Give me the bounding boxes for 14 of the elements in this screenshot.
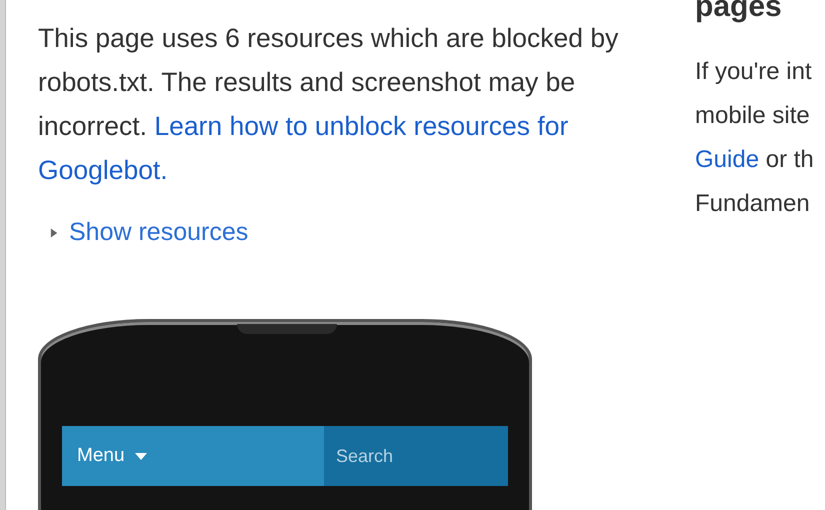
blocked-resources-notice: This page uses 6 resources which are blocked by robots.txt. The results and screenshot may be incorrect. Learn how to unblock resources for Googlebot. bbox=[38, 22, 620, 187]
expand-triangle-icon[interactable] bbox=[50, 226, 59, 238]
unblock-resources-link[interactable]: Learn how to unblock resources for bbox=[154, 111, 568, 141]
section-heading: pages bbox=[695, 0, 783, 22]
paragraph-line: mobile site bbox=[695, 102, 810, 129]
guide-link[interactable]: Guide bbox=[695, 146, 760, 173]
show-resources-link[interactable]: Show resources bbox=[69, 218, 248, 247]
caret-icon bbox=[134, 452, 147, 460]
paragraph-line: or th bbox=[764, 146, 814, 173]
paragraph-line: If you're int bbox=[695, 58, 812, 85]
search-field[interactable]: Search bbox=[324, 426, 508, 486]
menu-button[interactable]: Menu bbox=[62, 426, 324, 486]
unblock-resources-link[interactable]: Googlebot. bbox=[38, 155, 168, 185]
paragraph-line: Fundamen bbox=[695, 190, 810, 217]
